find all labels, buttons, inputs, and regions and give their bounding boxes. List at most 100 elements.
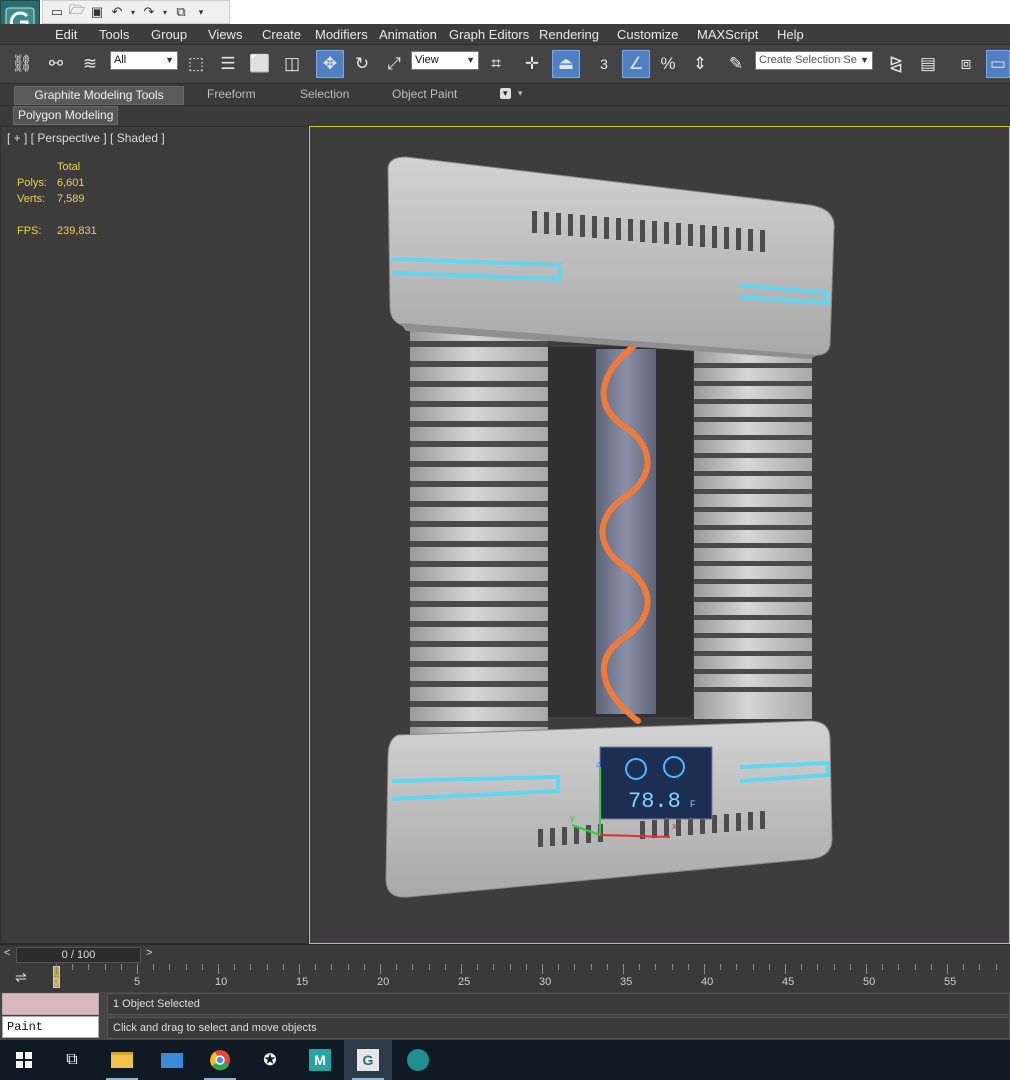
- unlink-icon[interactable]: ⚯: [42, 50, 70, 78]
- 3dsmax-taskbar-icon[interactable]: G: [344, 1040, 392, 1080]
- frame-tick: [201, 964, 203, 970]
- stats-polys-label: Polys:: [17, 177, 47, 189]
- maxscript-mini-listener[interactable]: Paint: [2, 1016, 99, 1038]
- redo-icon[interactable]: ↷: [141, 4, 157, 20]
- open-file-icon[interactable]: 🗁: [69, 2, 85, 20]
- frame-tick: [153, 964, 155, 970]
- frame-label: 0: [53, 976, 60, 988]
- prompt-line: Click and drag to select and move object…: [107, 1017, 1010, 1039]
- window-crossing-icon[interactable]: ◫: [278, 50, 306, 78]
- tab-graphite-modeling-tools[interactable]: Graphite Modeling Tools: [14, 86, 184, 105]
- time-slider[interactable]: 0 / 100: [16, 947, 141, 963]
- track-bar[interactable]: ⇌ 0 5 10 15 20 25 30 35 40 45 50 55: [0, 964, 1010, 992]
- snaps-toggle-icon[interactable]: 3: [590, 50, 618, 78]
- file-explorer-icon[interactable]: [98, 1040, 146, 1080]
- frame-tick: [833, 964, 835, 970]
- percent-snap-icon[interactable]: %: [654, 50, 682, 78]
- new-file-icon[interactable]: ▭: [49, 4, 65, 20]
- undo-icon[interactable]: ↶: [109, 4, 125, 20]
- edit-named-selection-icon[interactable]: ✎: [722, 50, 750, 78]
- select-and-scale-icon[interactable]: ⤢: [380, 50, 408, 78]
- frame-tick: [995, 964, 997, 970]
- time-next-button[interactable]: >: [146, 947, 152, 959]
- ribbon-options-icon[interactable]: ▾: [500, 88, 511, 99]
- frame-label: 30: [539, 976, 552, 988]
- bind-space-warp-icon[interactable]: ≋: [76, 50, 104, 78]
- stats-fps-value: 239,831: [57, 225, 97, 237]
- status-bar: Paint 1 Object Selected Click and drag t…: [0, 992, 1010, 1040]
- frame-tick: [979, 964, 981, 970]
- snap-label: 3: [600, 56, 608, 72]
- dropdown-arrow-icon[interactable]: ▾: [129, 4, 137, 20]
- frame-tick: [590, 964, 592, 970]
- frame-tick: [250, 964, 252, 970]
- perspective-viewport[interactable]: 78.8 F y z x: [309, 126, 1010, 944]
- task-view-icon[interactable]: ⧉: [48, 1040, 96, 1080]
- viewport-label[interactable]: [ + ] [ Perspective ] [ Shaded ]: [7, 131, 165, 145]
- chevron-down-icon: ▼: [165, 55, 174, 65]
- layer-manager-icon[interactable]: ⧈: [952, 50, 980, 78]
- tab-object-paint[interactable]: Object Paint: [392, 87, 457, 101]
- customize-qat-icon[interactable]: ▾: [193, 4, 209, 20]
- align-icon[interactable]: ▤: [914, 50, 942, 78]
- reference-coordinate-dropdown[interactable]: View ▼: [411, 51, 479, 70]
- tab-selection[interactable]: Selection: [300, 87, 349, 101]
- time-prev-button[interactable]: <: [4, 947, 10, 959]
- zbrush-icon[interactable]: ✪: [246, 1040, 294, 1080]
- selection-filter-dropdown[interactable]: All ▼: [110, 51, 178, 70]
- frame-tick: [120, 964, 122, 970]
- graphite-toggle-icon[interactable]: ▭: [986, 50, 1010, 78]
- select-object-icon[interactable]: ⬚: [182, 50, 210, 78]
- menu-rendering[interactable]: Rendering: [539, 27, 599, 42]
- maxscript-listener-swatch[interactable]: [2, 993, 99, 1015]
- menu-animation[interactable]: Animation: [379, 27, 437, 42]
- chrome-icon[interactable]: [196, 1040, 244, 1080]
- menu-group[interactable]: Group: [151, 27, 187, 42]
- frame-tick: [477, 964, 479, 970]
- frame-ruler[interactable]: 0 5 10 15 20 25 30 35 40 45 50 55: [40, 964, 1010, 992]
- project-folder-icon[interactable]: ⧉: [173, 4, 189, 20]
- frame-tick: [104, 964, 106, 970]
- frame-tick: [461, 964, 462, 974]
- save-file-icon[interactable]: ▣: [89, 4, 105, 20]
- stats-verts-value: 7,589: [57, 193, 85, 205]
- menu-graph-editors[interactable]: Graph Editors: [449, 27, 529, 42]
- spinner-snap-icon[interactable]: ⇕: [686, 50, 714, 78]
- menu-create[interactable]: Create: [262, 27, 301, 42]
- stats-total-header: Total: [57, 161, 81, 173]
- keyboard-shortcut-override-icon[interactable]: ⏏: [552, 50, 580, 78]
- select-and-move-icon[interactable]: ✥: [316, 50, 344, 78]
- menu-help[interactable]: Help: [777, 27, 804, 42]
- select-and-rotate-icon[interactable]: ↻: [348, 50, 376, 78]
- frame-tick: [266, 964, 268, 970]
- tab-freeform[interactable]: Freeform: [207, 87, 256, 101]
- mirror-icon[interactable]: ⧎: [882, 50, 910, 78]
- mail-icon[interactable]: [148, 1040, 196, 1080]
- link-icon[interactable]: ⛓: [8, 50, 36, 78]
- rectangular-selection-icon[interactable]: ⬜: [246, 50, 274, 78]
- left-viewport[interactable]: [ + ] [ Perspective ] [ Shaded ] Total P…: [0, 126, 309, 944]
- frame-tick: [72, 964, 74, 970]
- panel-polygon-modeling[interactable]: Polygon Modeling: [13, 106, 119, 125]
- pivot-center-icon[interactable]: ⌗: [482, 50, 510, 78]
- angle-snap-icon[interactable]: ∠: [622, 50, 650, 78]
- frame-tick: [866, 964, 867, 974]
- menu-maxscript[interactable]: MAXScript: [697, 27, 758, 42]
- menu-customize[interactable]: Customize: [617, 27, 678, 42]
- dropdown-arrow-icon[interactable]: ▾: [161, 4, 169, 20]
- windows-start-icon[interactable]: [0, 1040, 48, 1080]
- select-manipulate-icon[interactable]: ✛: [518, 50, 546, 78]
- menu-modifiers[interactable]: Modifiers: [315, 27, 368, 42]
- named-selection-sets-dropdown[interactable]: Create Selection Se ▼: [755, 51, 873, 70]
- menu-tools[interactable]: Tools: [99, 27, 129, 42]
- frame-tick: [736, 964, 738, 970]
- menu-views[interactable]: Views: [208, 27, 242, 42]
- mudbox-icon[interactable]: [394, 1040, 442, 1080]
- ribbon-dropdown-icon[interactable]: ▾: [518, 88, 523, 99]
- menu-edit[interactable]: Edit: [55, 27, 77, 42]
- curve-editor-mini-icon[interactable]: ⇌: [6, 966, 36, 988]
- maya-icon[interactable]: M: [296, 1040, 344, 1080]
- frame-tick: [574, 964, 576, 970]
- select-by-name-icon[interactable]: ☰: [214, 50, 242, 78]
- stats-verts-label: Verts:: [17, 193, 46, 205]
